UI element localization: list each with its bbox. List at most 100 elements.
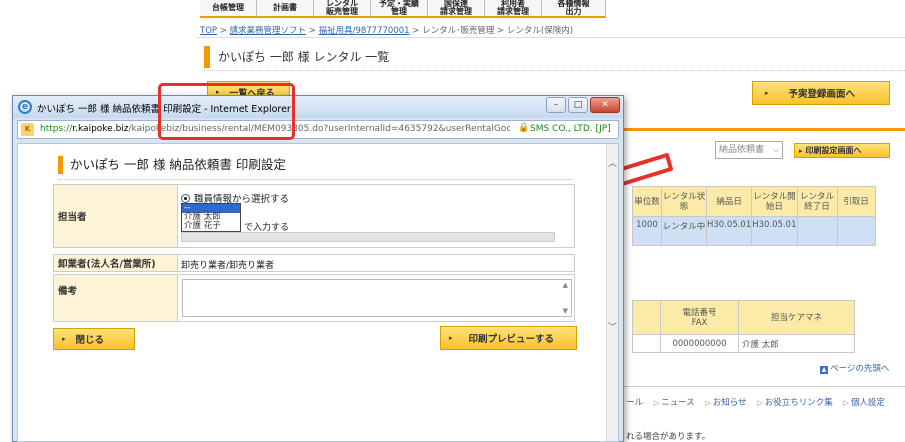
footer-link[interactable]: ール [626,398,643,408]
section-divider [624,128,905,131]
remarks-row: 備考 ▲ ▼ [53,274,575,322]
lock-icon: 🔒 [518,123,530,133]
breadcrumb-rental-insured: レンタル(保険内) [506,26,574,36]
footer-link-notices[interactable]: お知らせ [713,398,747,408]
remarks-label: 備考 [54,275,178,321]
footer-note: れる場合があります。 [626,432,711,442]
document-select[interactable]: 納品依頼書 ⌵ [715,141,783,159]
page-top-link[interactable]: ▲ ページの先頭へ [820,362,889,374]
nav-schedule[interactable]: 予定・実績 管理 [371,0,428,18]
site-favicon-icon: K [21,123,34,136]
breadcrumb-top[interactable]: TOP [200,26,217,36]
chevron-down-icon: ⌵ [772,145,779,154]
table-cell [836,216,876,246]
url-host: r.kaipoke.biz [72,124,129,134]
contact-table: 電話番号 FAX 担当ケアマネ 0000000000 介護 太郎 [632,300,855,353]
title-divider [204,70,905,71]
footer-links: ール ▷ ニュース ▷ お知らせ ▷ お役立ちリンク集 ▷ 個人設定 [626,396,893,408]
triangle-icon: ▷ [653,399,660,407]
document-select-value: 納品依頼書 [719,145,765,155]
popup-content: かいぽち 一郎 様 納品依頼書 印刷設定 担当者 職員情報から選択する -- 介… [17,143,619,442]
wholesaler-value: 卸売り業者/卸売り業者 [181,261,275,271]
breadcrumb-software[interactable]: 請求業務管理ソフト [230,26,307,36]
table-cell-blank [632,334,661,353]
table-cell: H30.05.01 [751,216,798,246]
staff-label: 担当者 [54,185,178,247]
nav-kokuho-billing[interactable]: 国保連 請求管理 [428,0,485,18]
remarks-textarea[interactable]: ▲ ▼ [182,279,572,317]
print-settings-button[interactable]: ▸ 印刷設定画面へ [794,143,890,158]
arrow-right-icon: ▸ [449,334,453,342]
minimize-button[interactable]: – [546,97,566,113]
print-preview-button[interactable]: ▸ 印刷プレビューする [440,326,577,350]
plan-register-button[interactable]: ▸ 予実登録画面へ [752,81,890,105]
table-header: 電話番号 FAX [660,300,739,335]
popup-scrollbar[interactable]: ︿ ﹀ [606,144,618,441]
nav-plan[interactable]: 計画書 [257,0,314,18]
breadcrumb-product[interactable]: 福祉用具/9877770001 [319,26,410,36]
radio-selected-icon [181,193,190,203]
footer-link-useful[interactable]: お役立ちリンク集 [765,398,833,408]
wholesaler-label: 卸業者(法人名/営業所) [54,255,178,271]
scroll-down-icon[interactable]: ▼ [563,307,568,315]
table-cell: 0000000000 [660,334,739,353]
staff-option[interactable]: 介護 花子 [182,222,240,231]
page-title: かいぽち 一郎 様 レンタル 一覧 [204,46,389,68]
breadcrumb-divider [196,37,905,38]
maximize-button[interactable]: □ [568,97,588,113]
chevron-up-icon[interactable]: ︿ [608,156,617,169]
close-button-label: 閉じる [75,335,105,346]
table-cell: H30.05.01 [705,216,753,246]
table-cell: レンタル中 [661,216,707,246]
close-button[interactable]: ▸ 閉じる [53,328,135,350]
plan-register-label: 予実登録画面へ [788,89,856,100]
close-window-button[interactable]: ✕ [590,97,620,113]
heading-divider [58,179,573,180]
nav-rental-sales[interactable]: レンタル 販売管理 [314,0,371,18]
print-settings-label: 印刷設定画面へ [805,146,862,155]
breadcrumb: TOP > 請求業務管理ソフト > 福祉用具/9877770001 > レンタル… [200,26,574,36]
footer-divider [624,386,905,387]
scroll-up-icon[interactable]: ▲ [563,281,568,289]
staff-row: 担当者 職員情報から選択する -- 介護 太郎 介護 花子 で入力する [53,184,575,248]
manual-entry-input[interactable] [181,232,555,242]
table-header: 担当ケアマネ [738,300,855,335]
popup-heading: かいぽち 一郎 様 納品依頼書 印刷設定 [58,156,286,174]
window-titlebar[interactable]: e かいぽち 一郎 様 納品依頼書 印刷設定 - Internet Explor… [13,96,623,118]
certificate-owner[interactable]: SMS CO., LTD. [JP] [530,124,611,134]
triangle-icon: ▷ [843,399,849,407]
chevron-down-icon[interactable]: ﹀ [608,320,617,333]
nav-ledger[interactable]: 台帳管理 [200,0,257,18]
footer-link-settings[interactable]: 個人設定 [851,398,885,408]
table-row[interactable]: 1000 レンタル中 H30.05.01 H30.05.01 [632,216,876,246]
page-top-label: ページの先頭へ [830,364,890,374]
table-row: 0000000000 介護 太郎 [632,334,855,353]
table-header: レンタル終了日 [796,186,838,217]
triangle-icon: ▷ [705,399,711,407]
wholesaler-row: 卸業者(法人名/営業所) 卸売り業者/卸売り業者 [53,254,575,272]
table-header: 納品日 [705,186,753,217]
table-cell: 1000 [632,216,662,246]
triangle-icon: ▷ [757,399,763,407]
table-cell [796,216,838,246]
table-header: レンタル開始日 [751,186,798,217]
footer-link-news[interactable]: ニュース [661,398,695,408]
arrow-up-icon: ▲ [820,366,828,374]
arrow-right-icon: ▸ [62,335,66,343]
ie-popup-window: e かいぽち 一郎 様 納品依頼書 印刷設定 - Internet Explor… [12,95,624,442]
internet-explorer-icon: e [18,100,32,114]
address-bar[interactable]: K https://r.kaipoke.biz/kaipokebiz/busin… [17,120,619,139]
staff-listbox[interactable]: -- 介護 太郎 介護 花子 [181,203,241,232]
staff-selector-highlight [158,83,295,140]
nav-output[interactable]: 各種情報 出力 [542,0,606,18]
breadcrumb-rental-mgmt[interactable]: レンタル･販売管理 [422,26,494,36]
table-header-row: 電話番号 FAX 担当ケアマネ [632,300,855,335]
table-header: 引取日 [836,186,876,217]
arrow-right-icon: ▸ [799,146,803,155]
nav-user-billing[interactable]: 利用者 請求管理 [485,0,542,18]
main-nav: 台帳管理 計画書 レンタル 販売管理 予定・実績 管理 国保連 請求管理 利用者… [200,0,606,18]
table-header-blank [632,300,661,335]
table-cell: 介護 太郎 [738,334,855,353]
url-scheme: https:// [40,124,73,134]
print-preview-label: 印刷プレビューする [468,334,555,345]
